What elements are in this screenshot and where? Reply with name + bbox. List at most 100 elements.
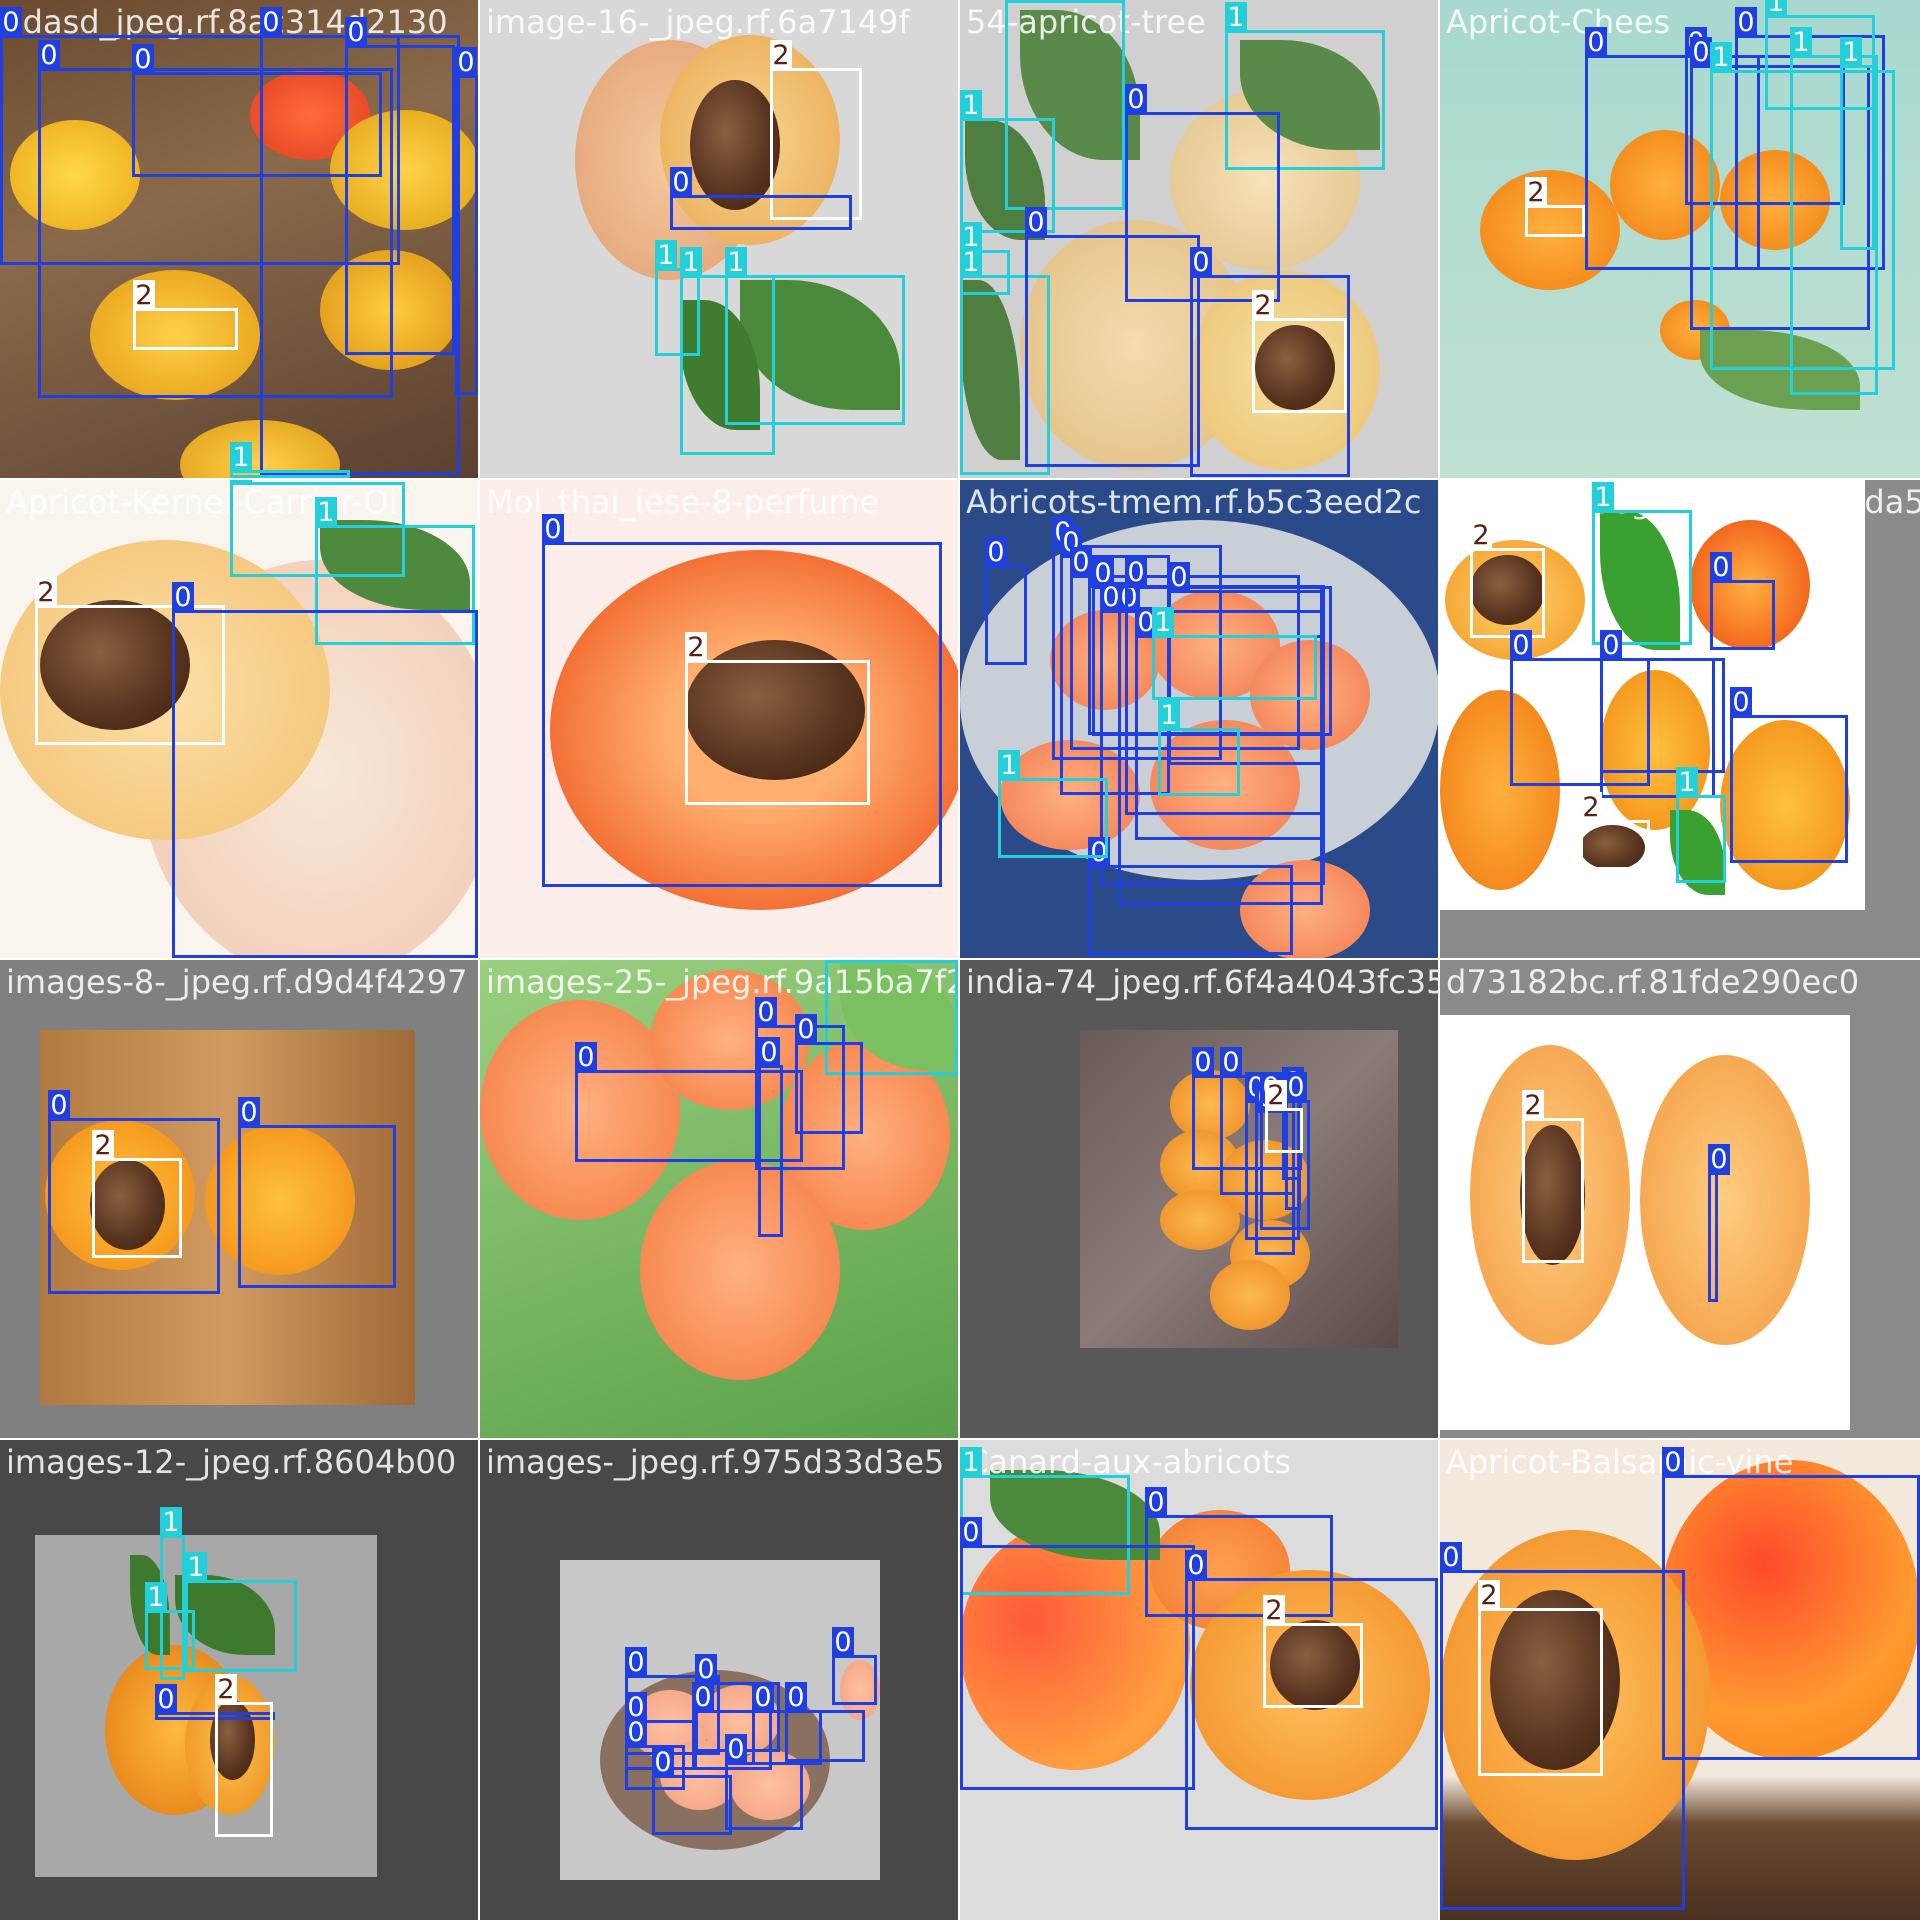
box-label: 1 [230,442,252,473]
box-class-2: 2 [1252,290,1347,413]
tile-10: images-25-_jpeg.rf.9a15ba7f2 1 0 0 0 0 [480,960,958,1438]
box-class-2: 2 [1522,1090,1584,1263]
box-label: 0 [795,1014,817,1045]
box-class-1: 1 [230,442,350,478]
box-class-0: 0 [1730,687,1848,863]
box-label: 1 [1765,0,1787,18]
box-label: 2 [35,577,57,608]
box-label: 0 [755,997,777,1028]
box-class-2: 2 [133,280,238,350]
tile-9: images-8-_jpeg.rf.d9d4f4297 0 0 2 [0,960,478,1438]
box-label: 0 [0,7,22,38]
tile-6: Mol_thai_iese-8-perfume 0 2 [480,480,958,958]
box-class-0: 0 [1662,1447,1920,1760]
box-label: 0 [1730,687,1752,718]
apricot [640,1160,840,1380]
box-label: 1 [1158,700,1180,731]
box-class-0: 0 [985,537,1027,665]
box-label: 0 [1440,1542,1462,1573]
box-label: 2 [215,1674,237,1705]
box-label: 1 [185,1552,207,1583]
tile-12: d73182bc.rf.81fde290ec0 2 0 [1440,960,1920,1438]
box-label: 2 [685,632,707,663]
box-class-0: 0 [1088,837,1293,955]
box-label: 2 [1265,1080,1287,1111]
box-label: 1 [1676,767,1698,798]
box-class-0: 0 [238,1097,396,1288]
box-label: 0 [670,167,692,198]
box-label: 0 [260,7,282,38]
box-class-1: 1 [145,1582,195,1670]
box-label: 1 [1152,607,1174,638]
tile-4: Apricot-Chees 0 0 0 0 1 1 1 1 2 [1440,0,1920,478]
box-label: 0 [1125,84,1147,115]
box-label: 0 [758,1037,780,1068]
tile-filename: images-8-_jpeg.rf.d9d4f4297 [6,963,468,1001]
tile-1: sdasd_jpeg.rf.8ac314d2130 0 0 0 0 0 0 2 … [0,0,478,478]
box-class-1: 1 [1158,700,1240,796]
box-label: 2 [133,280,155,311]
box-label: 0 [172,582,194,613]
box-label: 2 [1478,1580,1500,1611]
photo-two-apricot-halves [1440,1015,1850,1430]
box-class-2: 2 [685,632,870,805]
box-label: 0 [985,537,1007,568]
tile-filename: Apricot-Chees [1446,3,1671,41]
box-class-2: 2 [92,1130,182,1258]
box-label: 0 [1708,1144,1730,1175]
box-class-0: 0 [455,47,478,395]
box-label: 0 [1585,27,1607,58]
box-label: 0 [1192,1047,1214,1078]
box-label: 0 [625,1647,647,1678]
box-label: 0 [1125,557,1147,588]
box-label: 1 [825,960,847,963]
box-class-2: 2 [1263,1595,1363,1708]
box-label: 0 [652,1747,674,1778]
box-class-0: 0 [1710,552,1775,650]
box-label: 0 [960,1517,982,1548]
box-class-1: 1 [1676,767,1726,883]
apricot-half [1640,1055,1810,1345]
box-class-0: 0 [758,1037,783,1237]
grid-line [478,0,480,1920]
box-label: 0 [695,1654,717,1685]
box-label: 1 [160,1507,182,1538]
box-label: 0 [1510,630,1532,661]
tile-7: Abricots-tmem.rf.b5c3eed2c 0 0 0 0 0 0 0… [960,480,1438,958]
box-class-0: 0 [832,1627,877,1705]
detection-mosaic: sdasd_jpeg.rf.8ac314d2130 0 0 0 0 0 0 2 … [0,0,1920,1920]
tile-13: images-12-_jpeg.rf.8604b00 1 1 1 0 2 [0,1440,478,1920]
box-label: 0 [692,1682,714,1713]
box-label: 0 [785,1682,807,1713]
box-class-1: 1 [185,1552,297,1672]
box-label: 1 [1790,27,1812,58]
box-label: 2 [1522,1090,1544,1121]
grid-line [0,478,1920,480]
box-class-2: 2 [215,1674,273,1837]
box-label: 0 [1662,1447,1684,1478]
tile-15: Canard-aux-abricots 1 0 0 0 2 [960,1440,1438,1920]
box-label: 1 [960,90,982,121]
tile-filename: india-74_jpeg.rf.6f4a4043fc35 [966,963,1438,1001]
box-label: 0 [1710,552,1732,583]
tile-filename: images-_jpeg.rf.975d33d3e5 [486,1443,945,1481]
box-label: 0 [752,1682,774,1713]
box-class-1: 1 [1592,482,1692,645]
box-label: 0 [238,1097,260,1128]
box-label: 2 [1525,177,1547,208]
grid-line [0,1438,1920,1440]
tile-filename: d73182bc.rf.81fde290ec0 [1446,963,1860,1001]
box-class-2: 2 [1470,520,1545,638]
box-label: 0 [1168,562,1190,593]
box-label: 1 [1225,2,1247,33]
box-class-0: 0 [172,582,478,958]
tile-3: 54-apricot-tree 1 1 1 1 1 0 0 0 2 [960,0,1438,478]
box-label: 1 [230,480,252,485]
box-label: 0 [345,17,367,48]
box-class-2: 2 [1478,1580,1603,1776]
box-class-0: 0 [1600,630,1725,773]
box-class-1: 1 [1840,37,1875,250]
box-class-0: 0 [652,1747,732,1835]
box-label: 0 [1145,1487,1167,1518]
box-label: 0 [1690,37,1712,68]
